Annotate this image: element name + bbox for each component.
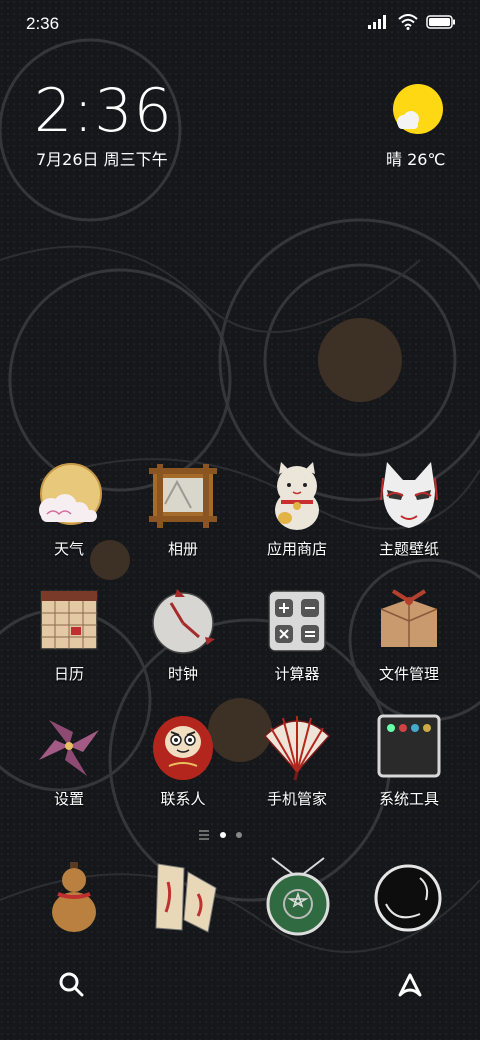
gourd-icon[interactable] xyxy=(38,858,110,938)
app-calendar[interactable]: 日历 xyxy=(14,585,124,684)
app-label: 计算器 xyxy=(274,665,320,683)
app-clock[interactable]: 时钟 xyxy=(128,585,238,684)
status-bar: 2:36 xyxy=(0,0,480,50)
app-files[interactable]: 文件管理 xyxy=(354,585,464,684)
status-time: 2:36 xyxy=(26,14,60,33)
app-themes[interactable]: 主题壁纸 xyxy=(354,460,464,559)
daruma-icon xyxy=(153,716,213,780)
app-store[interactable]: 应用商店 xyxy=(242,460,352,559)
bundle-icon xyxy=(380,589,438,647)
weather-app-icon xyxy=(39,463,102,525)
folding-fan-icon xyxy=(263,716,331,781)
page-dot-active xyxy=(220,832,226,838)
app-label: 系统工具 xyxy=(378,790,439,808)
dock xyxy=(0,850,480,950)
app-label: 主题壁纸 xyxy=(378,540,439,558)
app-weather[interactable]: 天气 xyxy=(14,460,124,559)
app-label: 相册 xyxy=(167,540,198,558)
sun-icon[interactable] xyxy=(390,82,446,138)
app-label: 天气 xyxy=(53,540,84,558)
signal-icon xyxy=(368,15,386,29)
wifi-icon xyxy=(398,14,418,30)
app-calculator[interactable]: 计算器 xyxy=(242,585,352,684)
gallery-icon xyxy=(149,464,217,528)
jade-pendant-icon[interactable] xyxy=(262,854,334,938)
toolbox-folder-icon xyxy=(377,714,441,778)
app-label: 文件管理 xyxy=(378,665,439,683)
clock-icon xyxy=(152,589,215,654)
scroll-icon[interactable] xyxy=(150,858,222,938)
app-system-tools[interactable]: 系统工具 xyxy=(354,710,464,809)
calendar-icon xyxy=(40,590,98,650)
clock-widget-date: 7月26日 周三下午 xyxy=(36,150,168,169)
app-label: 日历 xyxy=(53,665,84,683)
calculator-icon xyxy=(268,590,326,652)
app-contacts[interactable]: 联系人 xyxy=(128,710,238,809)
battery-icon xyxy=(426,15,455,29)
app-security[interactable]: 手机管家 xyxy=(242,710,352,809)
camera-lens-icon[interactable] xyxy=(372,858,444,938)
lucky-cat-icon xyxy=(275,462,319,530)
app-label: 应用商店 xyxy=(266,540,327,558)
page-dot xyxy=(236,832,242,838)
app-settings[interactable]: 设置 xyxy=(14,710,124,809)
menu-lines-icon xyxy=(199,830,209,840)
weather-text: 晴 26℃ xyxy=(386,150,446,169)
search-icon[interactable] xyxy=(58,971,84,997)
bottom-bar xyxy=(0,955,480,1015)
app-label: 联系人 xyxy=(160,790,206,808)
assistant-icon[interactable] xyxy=(396,971,424,997)
app-label: 时钟 xyxy=(167,665,198,683)
app-label: 设置 xyxy=(53,790,84,808)
page-indicator[interactable] xyxy=(198,830,242,840)
clock-widget-time[interactable]: 2:36 xyxy=(34,76,173,146)
pinwheel-icon xyxy=(39,720,99,776)
app-label: 手机管家 xyxy=(266,790,327,808)
app-gallery[interactable]: 相册 xyxy=(128,460,238,559)
kitsune-mask-icon xyxy=(380,462,438,528)
